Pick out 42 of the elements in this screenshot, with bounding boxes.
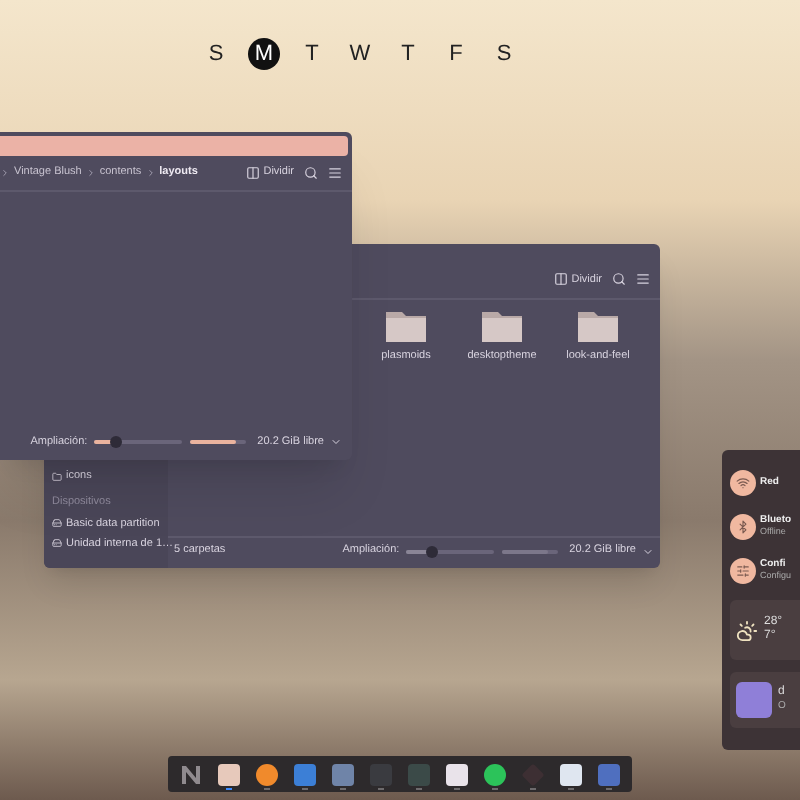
wifi-icon (736, 475, 750, 489)
folder-icon[interactable] (576, 308, 620, 344)
slider-thumb[interactable] (425, 545, 438, 557)
split-view-icon (245, 166, 260, 180)
menu-icon[interactable] (328, 166, 342, 180)
avatar-placeholder (736, 682, 772, 718)
music-app-icon[interactable] (484, 763, 506, 785)
toggle-button[interactable] (730, 557, 756, 583)
chevron-icon (0, 168, 10, 178)
split-view-icon (553, 272, 568, 287)
folder-icon[interactable] (480, 308, 524, 344)
store-app-icon[interactable] (294, 763, 316, 785)
files-app-icon[interactable] (218, 763, 240, 785)
document-app-icon[interactable] (446, 763, 468, 785)
weekday[interactable]: W (344, 38, 376, 70)
toggle-button[interactable] (730, 469, 756, 495)
bluetooth-icon (736, 519, 750, 533)
folder-icon[interactable] (384, 308, 428, 344)
folder-icon (52, 471, 62, 482)
browser-app-icon[interactable] (256, 763, 278, 785)
settings-app-icon[interactable] (598, 763, 620, 785)
toggle-button[interactable] (730, 513, 756, 539)
weekday[interactable]: S (488, 38, 520, 70)
chevron-icon (85, 168, 96, 178)
search-icon[interactable] (304, 166, 318, 180)
weekday[interactable]: S (200, 38, 232, 70)
logo-icon[interactable] (180, 763, 202, 785)
slider-thumb[interactable] (109, 436, 122, 448)
chevron-icon[interactable] (642, 545, 654, 557)
sliders-icon (736, 563, 750, 577)
menu-icon[interactable] (636, 272, 650, 287)
chevron-icon (145, 168, 156, 178)
drive-icon (52, 538, 62, 549)
chevron-icon[interactable] (330, 436, 342, 448)
notes-app-icon[interactable] (560, 763, 582, 785)
search-icon[interactable] (612, 272, 626, 287)
images-app-icon[interactable] (332, 763, 354, 785)
drive-icon (52, 518, 62, 529)
weather-icon (736, 619, 758, 641)
weekday[interactable]: T (296, 38, 328, 70)
weekday[interactable]: T (392, 38, 424, 70)
weekday[interactable]: F (440, 38, 472, 70)
